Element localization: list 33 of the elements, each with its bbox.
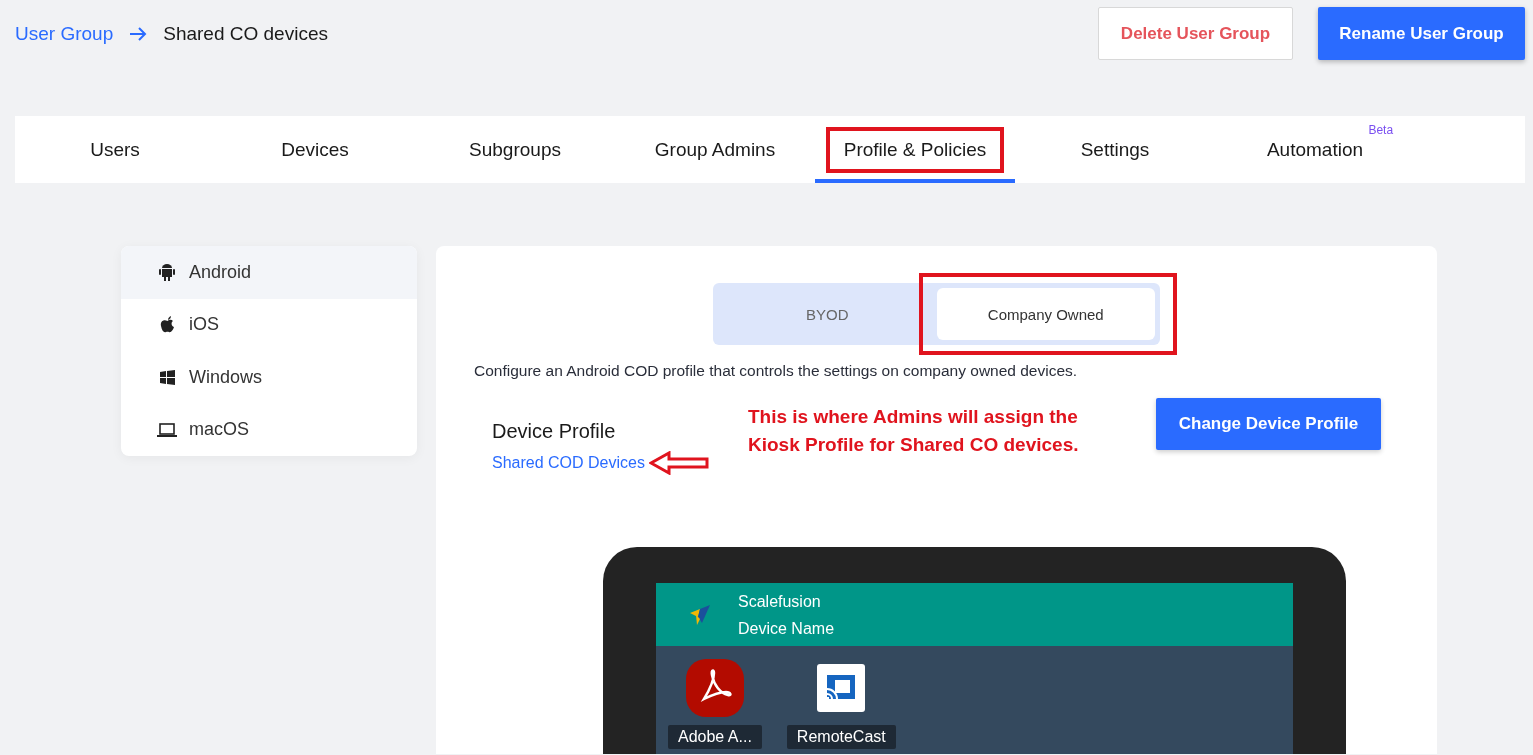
annotation-text: This is where Admins will assign the Kiosk Profile for Shared CO devices. xyxy=(748,405,1080,457)
description-text: Configure an Android COD profile that controls the settings on company owned devices. xyxy=(474,362,1079,380)
segment-button[interactable]: BYOD xyxy=(718,288,937,340)
change-profile-button[interactable]: Change Device Profile xyxy=(1156,398,1381,450)
app-label: RemoteCast xyxy=(786,725,896,749)
tab[interactable]: Devices xyxy=(215,116,415,183)
tab[interactable]: Subgroups xyxy=(415,116,615,183)
sidebar-item[interactable]: Android xyxy=(121,246,417,299)
sidebar-item[interactable]: Windows xyxy=(121,351,417,404)
tab[interactable]: Users xyxy=(15,116,215,183)
beta-label: Beta xyxy=(1368,122,1394,137)
page-title: Shared CO devices xyxy=(163,22,328,45)
breadcrumb-link[interactable]: User Group xyxy=(15,22,114,45)
sidebar-item[interactable]: macOS xyxy=(121,403,417,456)
app-title: Scalefusion xyxy=(738,591,822,612)
app-label: Adobe A... xyxy=(668,725,762,749)
segment-button[interactable]: Company Owned xyxy=(936,288,1155,340)
tab[interactable]: Profile & Policies xyxy=(815,116,1015,183)
arrow-icon xyxy=(129,26,148,41)
delete-button[interactable]: Delete User Group xyxy=(1098,7,1293,60)
tab[interactable]: Automation Beta xyxy=(1215,116,1415,183)
tab[interactable]: Group Admins xyxy=(615,116,815,183)
document-app-icon[interactable] xyxy=(685,659,744,717)
sidebar-item[interactable]: iOS xyxy=(121,298,417,351)
rename-button[interactable]: Rename User Group xyxy=(1318,7,1525,60)
profile-link[interactable]: Shared COD Devices xyxy=(492,454,645,472)
arrow-icon xyxy=(648,451,709,475)
android-icon xyxy=(157,263,177,282)
windows-icon xyxy=(157,369,177,385)
section-heading: Device Profile xyxy=(492,420,617,443)
laptop-icon xyxy=(157,421,177,438)
device-name: Device Name xyxy=(738,618,835,639)
tab[interactable]: Settings xyxy=(1015,116,1215,183)
